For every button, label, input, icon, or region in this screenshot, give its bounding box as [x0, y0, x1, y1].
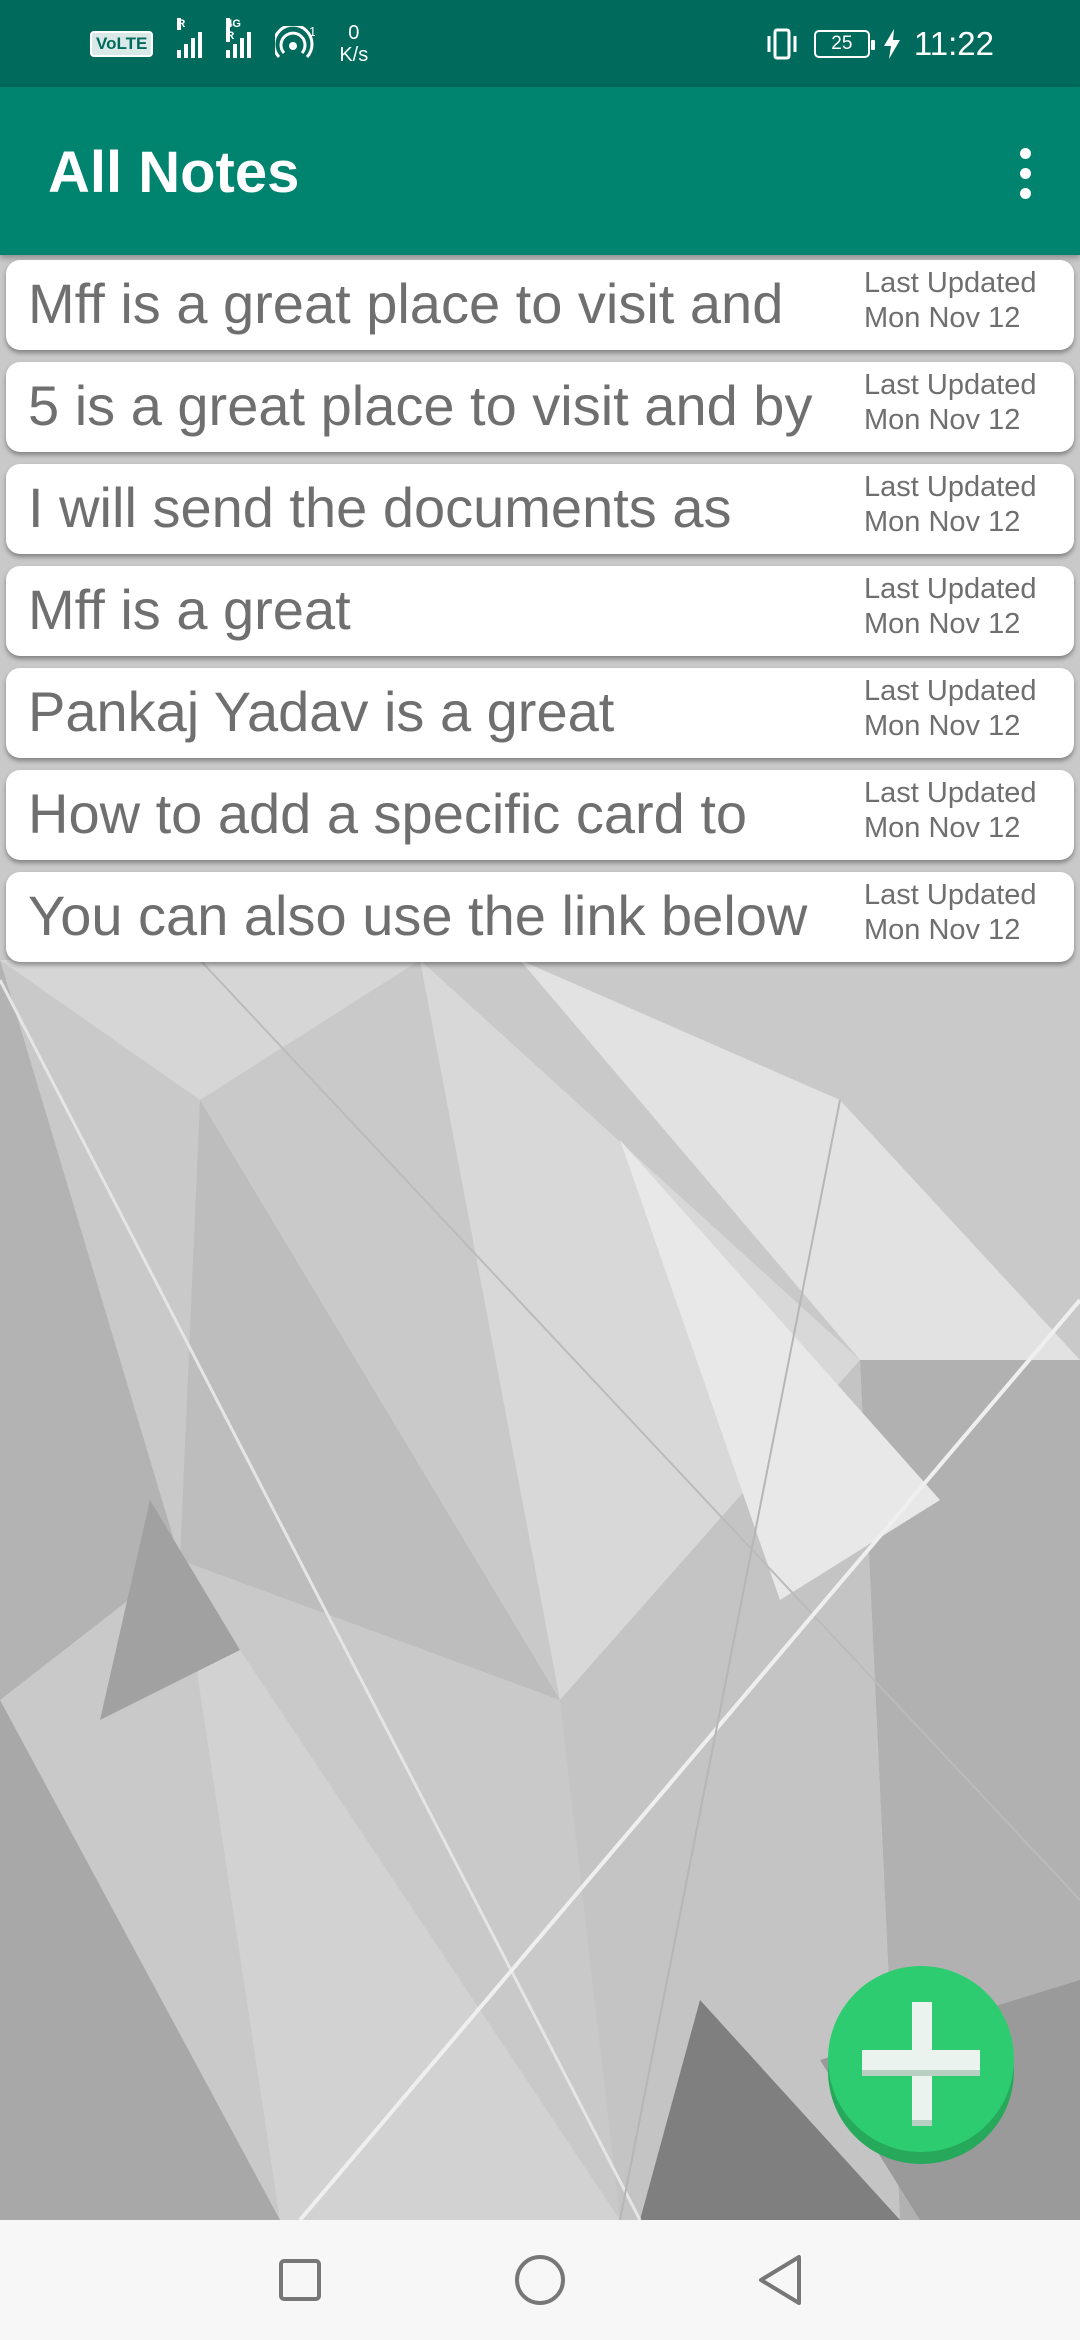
- signal-sim1-icon: R: [177, 18, 203, 58]
- note-title: How to add a specific card to: [28, 782, 748, 845]
- note-card[interactable]: 5 is a great place to visit and by Last …: [6, 362, 1074, 452]
- note-updated-label: Last Updated: [864, 777, 1037, 809]
- net-speed: 0 K/s: [339, 22, 368, 66]
- note-updated-date: Mon Nov 12: [864, 608, 1021, 640]
- note-title: Pankaj Yadav is a great: [28, 680, 615, 743]
- note-card[interactable]: Mff is a great place to visit and Last U…: [6, 260, 1074, 350]
- status-left-icons: VoLTE R 4G R 1 0 K/s: [90, 14, 368, 74]
- note-updated-date: Mon Nov 12: [864, 506, 1021, 538]
- sim1-tag: R: [177, 18, 186, 30]
- note-updated: Last Updated Mon Nov 12: [864, 572, 1037, 642]
- square-recents-icon[interactable]: [240, 2220, 360, 2340]
- note-updated-date: Mon Nov 12: [864, 812, 1021, 844]
- net-speed-value: 0: [348, 22, 360, 44]
- note-card[interactable]: Mff is a great Last Updated Mon Nov 12: [6, 566, 1074, 656]
- hotspot-icon: 1: [275, 26, 315, 59]
- note-updated-date: Mon Nov 12: [864, 404, 1021, 436]
- note-updated-label: Last Updated: [864, 675, 1037, 707]
- note-title: Mff is a great place to visit and: [28, 272, 784, 335]
- status-right-icons: 25 11:22: [764, 14, 994, 74]
- note-card[interactable]: Pankaj Yadav is a great Last Updated Mon…: [6, 668, 1074, 758]
- note-updated-label: Last Updated: [864, 471, 1037, 503]
- note-title: 5 is a great place to visit and by: [28, 374, 813, 437]
- fab-face: [828, 1966, 1014, 2152]
- note-title: You can also use the link below: [28, 884, 808, 947]
- circle-home-icon[interactable]: [480, 2220, 600, 2340]
- note-updated-date: Mon Nov 12: [864, 914, 1021, 946]
- notes-list: Mff is a great place to visit and Last U…: [6, 260, 1074, 974]
- charging-bolt-icon: [883, 29, 900, 59]
- note-card[interactable]: How to add a specific card to Last Updat…: [6, 770, 1074, 860]
- note-updated: Last Updated Mon Nov 12: [864, 368, 1037, 438]
- battery-level: 25: [831, 33, 853, 54]
- volte-icon: VoLTE: [90, 31, 154, 57]
- note-updated: Last Updated Mon Nov 12: [864, 878, 1037, 948]
- note-updated-label: Last Updated: [864, 573, 1037, 605]
- note-updated: Last Updated Mon Nov 12: [864, 266, 1037, 336]
- note-updated-date: Mon Nov 12: [864, 302, 1021, 334]
- net-speed-unit: K/s: [339, 44, 369, 66]
- sim2-tag: 4G R: [226, 18, 241, 42]
- signal-sim2-icon: 4G R: [226, 18, 252, 58]
- note-updated: Last Updated Mon Nov 12: [864, 470, 1037, 540]
- triangle-back-icon[interactable]: [720, 2220, 840, 2340]
- note-updated-label: Last Updated: [864, 369, 1037, 401]
- hotspot-badge: 1: [309, 26, 315, 39]
- note-updated-label: Last Updated: [864, 267, 1037, 299]
- vibrate-icon: [767, 28, 797, 60]
- page-title: All Notes: [48, 140, 300, 205]
- note-updated-date: Mon Nov 12: [864, 710, 1021, 742]
- plus-icon-bar: [862, 2050, 980, 2070]
- note-updated-label: Last Updated: [864, 879, 1037, 911]
- battery-icon: 25: [813, 30, 875, 58]
- note-updated: Last Updated Mon Nov 12: [864, 674, 1037, 744]
- note-title: I will send the documents as: [28, 476, 732, 539]
- app-bar: All Notes: [0, 87, 1080, 255]
- note-title: Mff is a great: [28, 578, 351, 641]
- note-card[interactable]: You can also use the link below Last Upd…: [6, 872, 1074, 962]
- status-bar: VoLTE R 4G R 1 0 K/s 25 11:22: [0, 0, 1080, 87]
- note-updated: Last Updated Mon Nov 12: [864, 776, 1037, 846]
- add-note-button[interactable]: [828, 1966, 1014, 2164]
- system-nav-bar: [0, 2220, 1080, 2340]
- note-card[interactable]: I will send the documents as Last Update…: [6, 464, 1074, 554]
- status-clock: 11:22: [913, 25, 994, 62]
- more-vert-icon[interactable]: [990, 133, 1060, 213]
